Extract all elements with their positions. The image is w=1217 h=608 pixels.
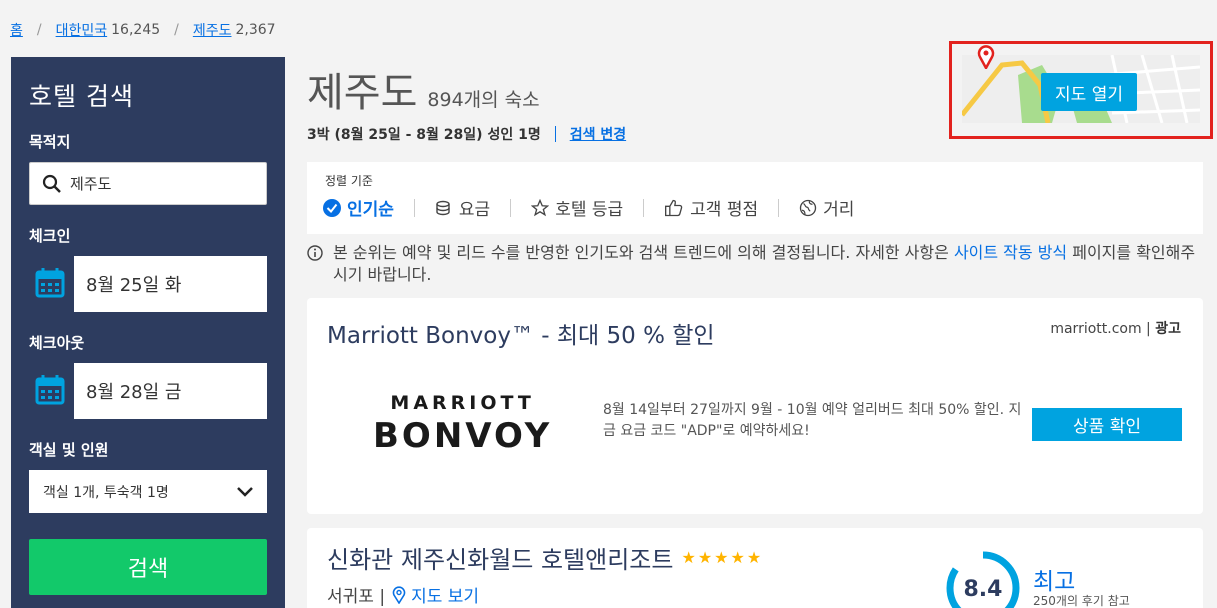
sort-bar: 정렬 기준 인기순 요금 호텔 등급 고객 평점 거리 xyxy=(307,162,1203,234)
breadcrumb-region-count: 2,367 xyxy=(235,22,276,38)
map-pin-icon xyxy=(977,45,995,69)
thumbs-up-icon xyxy=(665,199,683,216)
divider xyxy=(643,198,645,217)
chevron-down-icon xyxy=(237,486,253,497)
hotel-name-text: 신화관 제주신화월드 호텔앤리조트 xyxy=(327,546,674,574)
sort-option-label: 거리 xyxy=(823,200,855,220)
property-count: 894개의 숙소 xyxy=(427,89,540,111)
change-search-link[interactable]: 검색 변경 xyxy=(570,124,626,144)
destination-input[interactable]: 제주도 xyxy=(29,162,267,205)
logo-line-2: BONVOY xyxy=(373,416,553,456)
breadcrumb-separator: / xyxy=(36,22,42,38)
search-summary-text: 3박 (8월 25일 - 8월 28일) 성인 1명 xyxy=(307,127,541,143)
breadcrumb: 홈 / 대한민국 16,245 / 제주도 2,367 xyxy=(10,20,276,40)
globe-icon xyxy=(799,199,817,216)
divider xyxy=(510,198,512,217)
breadcrumb-country-count: 16,245 xyxy=(111,22,161,38)
sort-option-label: 인기순 xyxy=(347,200,394,220)
sort-option-label: 고객 평점 xyxy=(690,200,759,220)
sort-option-popular[interactable]: 인기순 xyxy=(323,195,394,220)
divider xyxy=(413,198,415,217)
sort-option-hotel-class[interactable]: 호텔 등급 xyxy=(531,195,623,220)
checkin-label: 체크인 xyxy=(29,227,71,245)
breadcrumb-home[interactable]: 홈 xyxy=(10,20,23,40)
rooms-guests-value: 객실 1개, 투숙객 1명 xyxy=(43,484,169,501)
sort-option-rating[interactable]: 고객 평점 xyxy=(664,195,758,220)
calendar-icon[interactable] xyxy=(29,373,69,409)
rooms-guests-select[interactable]: 객실 1개, 투숙객 1명 xyxy=(29,470,267,513)
score-ring: 8.4 xyxy=(946,551,1020,608)
marriott-bonvoy-logo: MARRIOTT BONVOY xyxy=(373,392,552,456)
hotel-name[interactable]: 신화관 제주신화월드 호텔앤리조트 ★★★★★ xyxy=(327,540,763,575)
star-outline-icon xyxy=(531,198,550,216)
score-value: 8.4 xyxy=(964,577,1003,602)
destination-label: 목적지 xyxy=(29,133,71,151)
search-button[interactable]: 검색 xyxy=(29,539,267,595)
score-label: 최고 xyxy=(1033,569,1076,595)
review-count: 250개의 후기 참고 xyxy=(1033,594,1130,608)
breadcrumb-separator: / xyxy=(174,22,179,38)
view-deal-button[interactable]: 상품 확인 xyxy=(1032,408,1182,441)
checkout-label: 체크아웃 xyxy=(29,334,85,352)
ad-source: marriott.com | 광고 xyxy=(1050,318,1181,338)
sort-option-distance[interactable]: 거리 xyxy=(799,195,854,220)
logo-line-1: MARRIOTT xyxy=(390,392,535,414)
sort-option-label: 호텔 등급 xyxy=(555,200,624,220)
view-map-link[interactable]: 지도 보기 xyxy=(411,582,479,607)
coins-icon xyxy=(436,200,450,215)
breadcrumb-region[interactable]: 제주도 xyxy=(193,20,232,40)
hotel-search-panel: 호텔 검색 목적지 제주도 체크인 8월 25일 화 체크아웃 8월 28일 금… xyxy=(11,57,285,608)
calendar-icon[interactable] xyxy=(29,266,69,302)
notice-text: 본 순위는 예약 및 리드 수를 반영한 인기도와 검색 트렌드에 의해 결정됩… xyxy=(333,243,954,262)
info-icon xyxy=(307,245,323,261)
sort-label: 정렬 기준 xyxy=(325,174,373,188)
destination-value: 제주도 xyxy=(70,175,112,193)
ad-source-domain: marriott.com | xyxy=(1050,321,1156,337)
breadcrumb-country[interactable]: 대한민국 xyxy=(56,20,108,40)
hotel-location: 서귀포 | 지도 보기 xyxy=(327,582,479,607)
search-icon xyxy=(42,174,61,193)
rooms-label: 객실 및 인원 xyxy=(29,441,109,459)
open-map-button[interactable]: 지도 열기 xyxy=(1041,73,1137,111)
search-summary: 3박 (8월 25일 - 8월 28일) 성인 1명 검색 변경 xyxy=(307,124,626,144)
checkin-date-input[interactable]: 8월 25일 화 xyxy=(74,256,267,312)
ad-card[interactable]: Marriott Bonvoy™ - 최대 50 % 할인 marriott.c… xyxy=(307,298,1203,514)
checkout-date-input[interactable]: 8월 28일 금 xyxy=(74,363,267,419)
page-title: 제주도 xyxy=(307,70,418,116)
divider xyxy=(554,126,556,142)
divider xyxy=(778,198,780,217)
how-site-works-link[interactable]: 사이트 작동 방식 xyxy=(954,243,1067,262)
hotel-district: 서귀포 | xyxy=(327,587,386,607)
search-panel-title: 호텔 검색 xyxy=(29,82,134,111)
sort-option-label: 요금 xyxy=(458,200,491,220)
ad-title[interactable]: Marriott Bonvoy™ - 최대 50 % 할인 xyxy=(327,316,715,350)
ad-description: 8월 14일부터 27일까지 9월 - 10월 예약 얼리버드 최대 50% 할… xyxy=(603,402,1022,439)
hotel-card[interactable]: 신화관 제주신화월드 호텔앤리조트 ★★★★★ 서귀포 | 지도 보기 8.4 … xyxy=(307,528,1203,608)
ad-tag: 광고 xyxy=(1155,321,1181,337)
ranking-notice: 본 순위는 예약 및 리드 수를 반영한 인기도와 검색 트렌드에 의해 결정됩… xyxy=(307,242,1197,286)
location-pin-icon xyxy=(392,585,406,604)
page-header: 제주도 894개의 숙소 xyxy=(307,60,540,118)
star-rating: ★★★★★ xyxy=(681,548,764,567)
sort-option-price[interactable]: 요금 xyxy=(435,195,490,220)
check-circle-icon xyxy=(323,198,341,217)
